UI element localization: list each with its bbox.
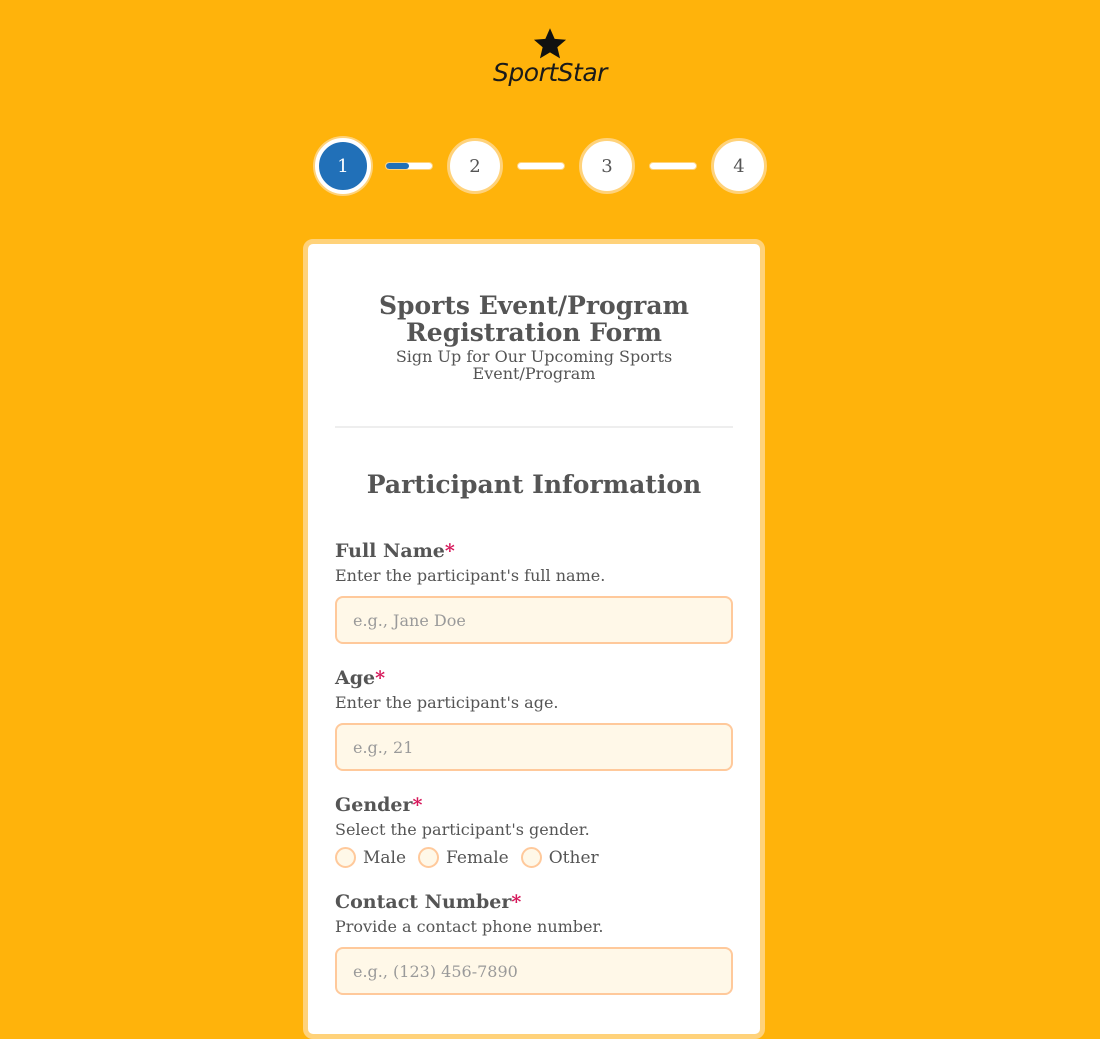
star-icon [533, 28, 567, 59]
brand-logo: SportStar [0, 26, 1100, 87]
form-title: Sports Event/Program Registration Form [379, 291, 689, 347]
field-contact-number: Contact Number* Provide a contact phone … [335, 890, 733, 995]
gender-option-male[interactable]: Male [335, 847, 406, 868]
radio-button[interactable] [335, 847, 356, 868]
section-title: Participant Information [366, 470, 702, 499]
brand-name: SportStar [493, 58, 607, 87]
gender-option-other[interactable]: Other [520, 847, 599, 868]
field-help: Enter the participant's age. [335, 693, 559, 712]
step-connector-fill [386, 163, 409, 169]
radio-button[interactable] [520, 847, 542, 868]
step-1[interactable]: 1 [315, 138, 371, 194]
label-text: Gender [335, 794, 413, 816]
step-connector-2 [517, 162, 565, 170]
radio-label: Male [363, 847, 407, 868]
gender-option-female[interactable]: Female [418, 847, 509, 868]
field-full-name: Full Name* Enter the participant's full … [335, 539, 733, 644]
label-text: Contact Number [335, 891, 512, 913]
label-text: Age [335, 667, 376, 689]
label-text: Full Name [335, 540, 445, 562]
required-asterisk: * [412, 794, 423, 816]
step-4[interactable]: 4 [711, 138, 767, 194]
field-label: Full Name* [335, 539, 733, 563]
step-2[interactable]: 2 [447, 138, 503, 194]
age-input[interactable] [335, 723, 733, 771]
field-help: Select the participant's gender. [335, 820, 590, 839]
form-subtitle: Sign Up for Our Upcoming Sports Event/Pr… [395, 347, 673, 383]
step-connector-3 [649, 162, 697, 170]
form-card: Sports Event/Program Registration Form S… [303, 239, 765, 1039]
field-label: Contact Number* [335, 890, 733, 914]
radio-button[interactable] [418, 847, 440, 868]
field-age: Age* Enter the participant's age. [335, 666, 733, 771]
contact-number-input[interactable] [335, 947, 733, 995]
form-fields: Full Name* Enter the participant's full … [335, 539, 733, 995]
required-asterisk: * [375, 667, 386, 689]
step-3[interactable]: 3 [579, 138, 635, 194]
field-label: Age* [335, 666, 733, 690]
required-asterisk: * [511, 891, 522, 913]
full-name-input[interactable] [335, 596, 733, 644]
required-asterisk: * [444, 540, 455, 562]
gender-radio-group: Male Female Other [335, 847, 733, 868]
field-help: Enter the participant's full name. [335, 566, 606, 585]
divider [335, 426, 733, 428]
field-gender: Gender* Select the participant's gender.… [335, 793, 733, 868]
radio-label: Other [548, 847, 599, 868]
step-connector-1 [385, 162, 433, 170]
radio-label: Female [446, 847, 509, 868]
field-label: Gender* [335, 793, 733, 817]
field-help: Provide a contact phone number. [335, 917, 604, 936]
step-progress: 1 2 3 4 [315, 138, 767, 194]
